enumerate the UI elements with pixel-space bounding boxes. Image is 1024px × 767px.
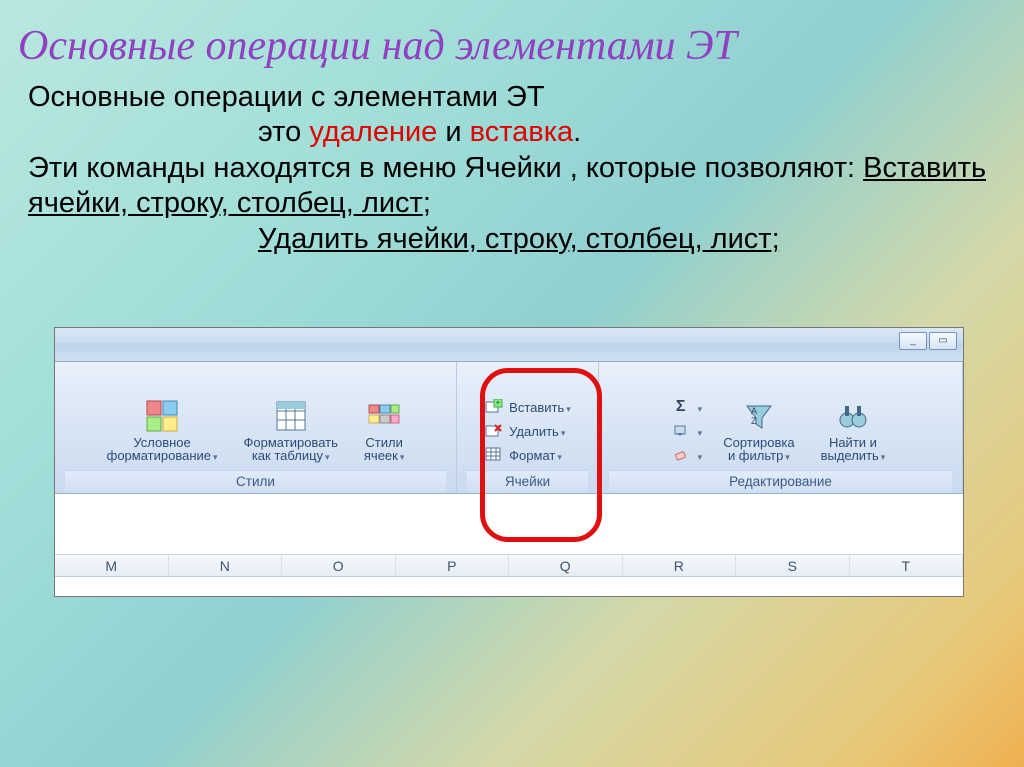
label: Сортировкаи фильтр <box>723 436 794 463</box>
delete-cells-button[interactable]: Удалить <box>480 420 569 442</box>
column-headers: M N O P Q R S T <box>55 554 963 577</box>
clear-button[interactable] <box>667 444 707 466</box>
body-text: Основные операции с элементами ЭТ это уд… <box>0 76 1024 257</box>
sp <box>696 400 703 415</box>
label: Удалить <box>509 424 565 439</box>
cell-styles-icon <box>366 398 402 434</box>
window-titlebar: _ ▭ <box>55 328 963 362</box>
insert-icon: + <box>484 398 504 416</box>
svg-text:+: + <box>496 399 501 407</box>
txt: и <box>437 116 469 148</box>
format-as-table-icon <box>273 398 309 434</box>
label: Вставить <box>509 400 571 415</box>
binoculars-icon <box>835 398 871 434</box>
minimize-button[interactable]: _ <box>899 332 927 350</box>
line-4: Удалить ячейки, строку, столбец, лист; <box>28 222 996 257</box>
svg-text:A: A <box>751 406 757 416</box>
format-icon <box>484 446 504 464</box>
format-as-table-button[interactable]: Форматироватькак таблицу <box>235 393 347 466</box>
col-M[interactable]: M <box>55 555 169 576</box>
underline-delete-list: Удалить ячейки, строку, столбец, лист; <box>258 223 780 255</box>
cell-styles-button[interactable]: Стилиячеек <box>355 393 414 466</box>
label: Условноеформатирование <box>107 436 218 463</box>
worksheet-area: M N O P Q R S T <box>55 494 963 596</box>
col-S[interactable]: S <box>736 555 850 576</box>
sort-filter-button[interactable]: AZ Сортировкаи фильтр <box>714 393 803 466</box>
conditional-formatting-icon <box>144 398 180 434</box>
group-label-styles: Стили <box>65 470 446 493</box>
txt: Эти команды находятся в меню Ячейки , ко… <box>28 152 863 184</box>
ribbon-group-cells: + Вставить Удалить Формат Ячейк <box>457 362 599 493</box>
ribbon-group-styles: Условноеформатирование Форматироватькак … <box>55 362 457 493</box>
format-cells-button[interactable]: Формат <box>480 444 566 466</box>
word-delete: удаление <box>309 116 437 148</box>
sp <box>696 448 703 463</box>
insert-cells-button[interactable]: + Вставить <box>480 396 575 418</box>
group-label-editing: Редактирование <box>609 470 952 493</box>
excel-ribbon-screenshot: _ ▭ Условноеформатирование Форматировать… <box>54 327 964 597</box>
sigma-icon: Σ <box>671 398 691 416</box>
col-N[interactable]: N <box>169 555 283 576</box>
slide-title: Основные операции над элементами ЭТ <box>0 0 1024 76</box>
line-1: Основные операции с элементами ЭТ <box>28 80 996 115</box>
fill-icon <box>671 422 691 440</box>
label: Формат <box>509 448 562 463</box>
ribbon: Условноеформатирование Форматироватькак … <box>55 362 963 494</box>
txt: ; <box>423 187 431 219</box>
group-label-cells: Ячейки <box>467 470 588 493</box>
col-P[interactable]: P <box>396 555 510 576</box>
word-insert: вставка <box>470 116 574 148</box>
delete-icon <box>484 422 504 440</box>
window-controls: _ ▭ <box>899 332 957 350</box>
col-Q[interactable]: Q <box>509 555 623 576</box>
ribbon-group-editing: Σ AZ Сортировкаи фильтр <box>599 362 963 493</box>
txt: это <box>258 116 309 148</box>
label: Форматироватькак таблицу <box>244 436 338 463</box>
sp <box>696 424 703 439</box>
col-O[interactable]: O <box>282 555 396 576</box>
conditional-formatting-button[interactable]: Условноеформатирование <box>98 393 227 466</box>
col-T[interactable]: T <box>850 555 964 576</box>
line-2: это удаление и вставка. <box>28 115 996 150</box>
fill-button[interactable] <box>667 420 707 442</box>
funnel-icon: AZ <box>741 398 777 434</box>
eraser-icon <box>671 446 691 464</box>
find-select-button[interactable]: Найти ивыделить <box>812 393 895 466</box>
autosum-button[interactable]: Σ <box>667 396 707 418</box>
svg-text:Z: Z <box>751 416 757 426</box>
label: Найти ивыделить <box>821 436 886 463</box>
maximize-button[interactable]: ▭ <box>929 332 957 350</box>
label: Стилиячеек <box>364 436 405 463</box>
col-R[interactable]: R <box>623 555 737 576</box>
line-3: Эти команды находятся в меню Ячейки , ко… <box>28 151 996 222</box>
txt: . <box>573 116 581 148</box>
